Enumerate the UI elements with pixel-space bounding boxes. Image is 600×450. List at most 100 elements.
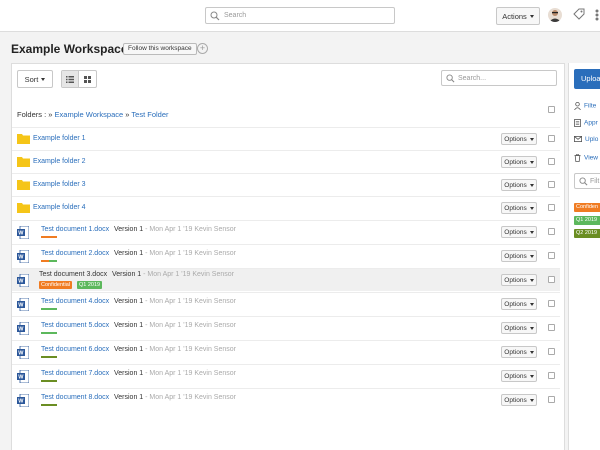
options-button[interactable]: Options [501, 370, 537, 382]
document-version: Version 1 - Mon Apr 1 '19 Kevin Sensor [114, 394, 236, 401]
document-version: Version 1 - Mon Apr 1 '19 Kevin Sensor [114, 226, 236, 233]
document-name[interactable]: Test document 3.docx [39, 271, 107, 278]
options-button[interactable]: Options [501, 346, 537, 358]
document-row[interactable]: W Test document 1.docx Version 1 - Mon A… [12, 220, 560, 243]
word-doc-icon: W [17, 346, 29, 359]
options-button[interactable]: Options [501, 394, 537, 406]
folder-search-input[interactable]: Search... [441, 70, 557, 86]
more-vertical-icon[interactable] [595, 9, 599, 21]
breadcrumb-separator: » [48, 110, 53, 119]
document-version: Version 1 - Mon Apr 1 '19 Kevin Sensor [114, 322, 236, 329]
options-button[interactable]: Options [501, 179, 537, 191]
row-checkbox[interactable] [548, 252, 555, 259]
list-view-button[interactable] [62, 71, 80, 87]
breadcrumb-workspace-link[interactable]: Example Workspace [55, 110, 124, 119]
row-checkbox[interactable] [548, 228, 555, 235]
row-checkbox[interactable] [548, 158, 555, 165]
options-button[interactable]: Options [501, 226, 537, 238]
options-button[interactable]: Options [501, 133, 537, 145]
row-checkbox[interactable] [548, 204, 555, 211]
options-button[interactable]: Options [501, 250, 537, 262]
label-accent [49, 260, 57, 262]
q2-2019-tag[interactable]: Q2 2019 [574, 229, 600, 238]
document-name[interactable]: Test document 5.docx [41, 322, 109, 329]
chevron-down-icon [41, 77, 46, 81]
options-button[interactable]: Options [501, 274, 537, 286]
folder-row[interactable]: Example folder 2 Options [12, 150, 560, 173]
document-row[interactable]: W Test document 3.docx Confidential Q1 2… [12, 268, 560, 291]
grid-view-button[interactable] [79, 71, 96, 87]
options-button[interactable]: Options [501, 202, 537, 214]
global-search-input[interactable]: Search [205, 7, 395, 24]
grid-icon [84, 75, 92, 83]
approve-link[interactable]: Appr [574, 119, 598, 127]
tag-filter-input[interactable]: Filt [574, 173, 600, 189]
breadcrumb-folder-link[interactable]: Test Folder [131, 110, 168, 119]
add-icon[interactable]: + [197, 43, 208, 54]
row-checkbox[interactable] [548, 324, 555, 331]
folder-row[interactable]: Example folder 1 Options [12, 127, 560, 150]
word-doc-icon: W [17, 394, 29, 407]
chevron-down-icon [529, 278, 534, 282]
document-row[interactable]: W Test document 7.docx Version 1 - Mon A… [12, 364, 560, 387]
options-button[interactable]: Options [501, 298, 537, 310]
document-row[interactable]: W Test document 2.docx Version 1 - Mon A… [12, 244, 560, 267]
document-name[interactable]: Test document 4.docx [41, 298, 109, 305]
upload-email-link[interactable]: Uplo [574, 136, 598, 143]
svg-text:W: W [18, 279, 24, 285]
document-row[interactable]: W Test document 8.docx Version 1 - Mon A… [12, 388, 560, 411]
row-checkbox[interactable] [548, 181, 555, 188]
actions-button[interactable]: Actions [496, 7, 540, 25]
folder-name[interactable]: Example folder 1 [33, 135, 86, 142]
label-accent [41, 236, 57, 238]
right-sidebar: Uploa Filte Appr Uplo View Filt Confiden… [568, 63, 600, 450]
options-button[interactable]: Options [501, 322, 537, 334]
filter-link[interactable]: Filte [574, 102, 596, 111]
upload-button[interactable]: Uploa [574, 69, 600, 89]
avatar[interactable] [548, 8, 562, 22]
confidential-tag[interactable]: Confiden [574, 203, 600, 212]
row-checkbox[interactable] [548, 276, 555, 283]
row-checkbox[interactable] [548, 372, 555, 379]
folder-name[interactable]: Example folder 4 [33, 204, 86, 211]
user-icon [574, 102, 581, 111]
folder-row[interactable]: Example folder 3 Options [12, 173, 560, 196]
document-row[interactable]: W Test document 5.docx Version 1 - Mon A… [12, 316, 560, 339]
options-label: Options [504, 158, 527, 166]
tag-icon[interactable] [573, 8, 585, 20]
envelope-icon [574, 136, 582, 143]
select-all-checkbox[interactable] [548, 106, 555, 113]
folder-icon [17, 203, 30, 213]
folder-name[interactable]: Example folder 3 [33, 181, 86, 188]
document-version: Version 1 - Mon Apr 1 '19 Kevin Sensor [114, 298, 236, 305]
q1-2019-tag[interactable]: Q1 2019 [574, 216, 600, 225]
row-checkbox[interactable] [548, 135, 555, 142]
search-icon [579, 177, 588, 186]
chevron-down-icon [529, 206, 534, 210]
folder-row[interactable]: Example folder 4 Options [12, 196, 560, 219]
view-link[interactable]: View [574, 154, 598, 162]
options-button[interactable]: Options [501, 156, 537, 168]
chevron-down-icon [529, 160, 534, 164]
row-checkbox[interactable] [548, 300, 555, 307]
document-name[interactable]: Test document 2.docx [41, 250, 109, 257]
document-version: Version 1 - Mon Apr 1 '19 Kevin Sensor [114, 250, 236, 257]
label-accent [41, 356, 57, 358]
document-name[interactable]: Test document 1.docx [41, 226, 109, 233]
sort-button[interactable]: Sort [17, 70, 53, 88]
options-label: Options [504, 228, 527, 236]
document-row[interactable]: W Test document 4.docx Version 1 - Mon A… [12, 292, 560, 315]
document-name[interactable]: Test document 8.docx [41, 394, 109, 401]
word-doc-icon: W [17, 250, 29, 263]
row-checkbox[interactable] [548, 396, 555, 403]
document-name[interactable]: Test document 6.docx [41, 346, 109, 353]
document-name[interactable]: Test document 7.docx [41, 370, 109, 377]
chevron-down-icon [529, 398, 534, 402]
chevron-down-icon [529, 230, 534, 234]
folder-name[interactable]: Example folder 2 [33, 158, 86, 165]
row-checkbox[interactable] [548, 348, 555, 355]
follow-workspace-button[interactable]: Follow this workspace [123, 43, 197, 55]
chevron-down-icon [529, 374, 534, 378]
document-row[interactable]: W Test document 6.docx Version 1 - Mon A… [12, 340, 560, 363]
word-doc-icon: W [17, 322, 29, 335]
